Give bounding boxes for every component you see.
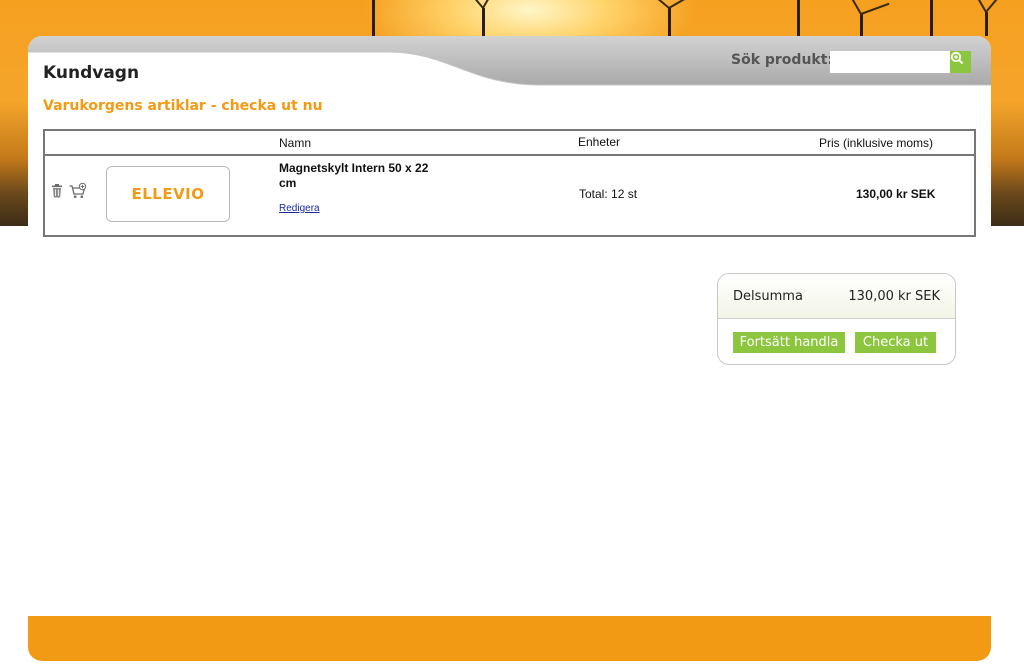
subtotal-value: 130,00 kr SEK [848, 289, 940, 304]
search-input[interactable] [830, 51, 950, 73]
product-quantity: Total: 12 st [579, 187, 638, 201]
table-header: Namn Enheter Pris (inklusive moms) [45, 131, 974, 156]
search-icon [950, 51, 964, 65]
page-title: Kundvagn [43, 63, 140, 83]
checkout-button[interactable]: Checka ut [855, 332, 936, 353]
main-panel: Sök produkt: Kundvagn Varukorgens artikl… [28, 36, 991, 616]
subtotal-row: Delsumma 130,00 kr SEK [718, 274, 955, 319]
product-logo: ELLEVIO [131, 184, 205, 203]
product-thumbnail: ELLEVIO [106, 166, 230, 222]
subtotal-label: Delsumma [733, 289, 803, 304]
product-price: 130,00 kr SEK [856, 187, 936, 201]
cart-add-icon[interactable] [69, 182, 87, 204]
row-actions [51, 182, 87, 204]
column-header-units: Enheter [578, 135, 621, 149]
product-name: Magnetskylt Intern 50 x 22 cm [279, 161, 429, 190]
search-button[interactable] [950, 51, 971, 73]
column-header-price: Pris (inklusive moms) [819, 136, 934, 150]
edit-link[interactable]: Redigera [279, 203, 320, 214]
footer-bar [28, 616, 991, 661]
search-label: Sök produkt: [731, 52, 834, 68]
continue-shopping-button[interactable]: Fortsätt handla [733, 332, 845, 353]
cart-table: Namn Enheter Pris (inklusive moms) ELLEV… [43, 129, 976, 237]
column-header-name: Namn [279, 136, 312, 150]
header-bar: Sök produkt: [28, 36, 991, 86]
cart-heading: Varukorgens artiklar - checka ut nu [43, 98, 323, 114]
trash-icon[interactable] [51, 184, 63, 203]
order-summary: Delsumma 130,00 kr SEK Fortsätt handla C… [717, 273, 956, 365]
